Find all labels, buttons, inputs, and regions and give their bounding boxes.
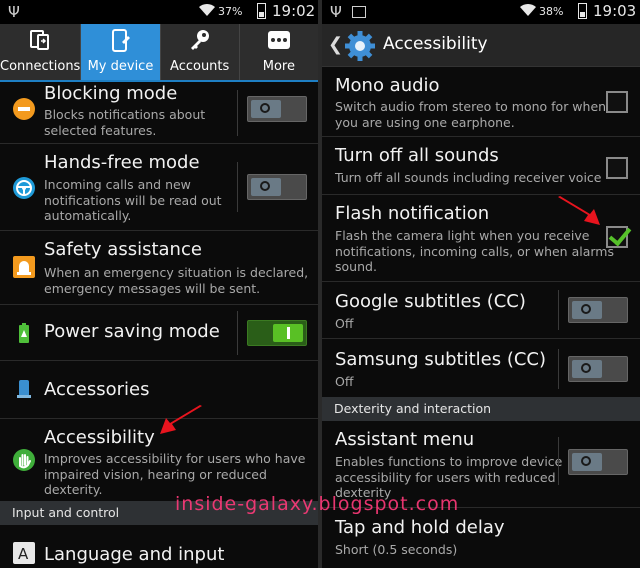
- accessories-icon: [13, 378, 35, 400]
- list-item-tap-and-hold-delay[interactable]: Tap and hold delay Short (0.5 seconds): [322, 508, 640, 568]
- item-title: Accessibility: [44, 427, 155, 448]
- battery-icon: [257, 3, 266, 19]
- right-screen: Ψ 38% 19:03 ❮ Accessibility Mono audio S…: [322, 0, 640, 568]
- key-icon: [161, 28, 239, 58]
- samsung-subtitles-toggle[interactable]: [568, 356, 628, 382]
- settings-tabs: Connections My device Accounts More: [0, 24, 318, 82]
- wifi-icon: [519, 2, 537, 22]
- status-bar: Ψ 38% 19:03: [322, 0, 640, 24]
- more-dots-icon: [240, 28, 318, 58]
- list-item-language-and-input[interactable]: A Language and input: [0, 525, 318, 568]
- hands-free-mode-toggle[interactable]: [247, 174, 307, 200]
- item-title: Safety assistance: [44, 239, 202, 260]
- list-item-power-saving-mode[interactable]: Power saving mode: [0, 305, 318, 361]
- left-screen: Ψ 37% 19:02 Connections My device Accoun…: [0, 0, 318, 568]
- item-title: Tap and hold delay: [335, 517, 505, 538]
- image-notification-icon: [352, 6, 366, 18]
- red-arrow-icon: [160, 405, 202, 434]
- alert-light-icon: [13, 256, 35, 278]
- svg-text:A: A: [18, 545, 29, 563]
- turn-off-all-sounds-checkbox[interactable]: [606, 157, 628, 179]
- usb-icon: Ψ: [330, 3, 342, 21]
- item-title: Turn off all sounds: [335, 145, 499, 166]
- watermark-text: inside-galaxy.blogspot.com: [175, 493, 460, 515]
- steering-wheel-icon: [13, 177, 35, 199]
- item-subtitle: Incoming calls and new notifications wil…: [44, 177, 222, 223]
- status-bar: Ψ 37% 19:02: [0, 0, 318, 24]
- item-title: Samsung subtitles (CC): [335, 349, 547, 370]
- list-item-hands-free-mode[interactable]: Hands-free mode Incoming calls and new n…: [0, 144, 318, 231]
- item-subtitle: Blocks notifications about selected feat…: [44, 107, 206, 138]
- item-subtitle: Switch audio from stereo to mono for whe…: [335, 99, 607, 130]
- battery-icon: [578, 3, 587, 19]
- blocking-mode-toggle[interactable]: [247, 96, 307, 122]
- item-title: Assistant menu: [335, 429, 475, 450]
- tab-accounts[interactable]: Accounts: [161, 24, 240, 80]
- connections-icon: [0, 28, 80, 58]
- hand-icon: [13, 449, 35, 471]
- gear-icon[interactable]: [344, 30, 376, 62]
- tab-connections[interactable]: Connections: [0, 24, 82, 80]
- clock: 19:02: [272, 2, 316, 20]
- tab-more[interactable]: More: [240, 24, 318, 80]
- list-item-turn-off-all-sounds[interactable]: Turn off all sounds Turn off all sounds …: [322, 137, 640, 195]
- item-subtitle: Off: [335, 374, 354, 389]
- mono-audio-checkbox[interactable]: [606, 91, 628, 113]
- assistant-menu-toggle[interactable]: [568, 449, 628, 475]
- power-saving-mode-toggle[interactable]: [247, 320, 307, 346]
- page-title: Accessibility: [383, 34, 488, 54]
- battery-percent: 38%: [539, 5, 564, 18]
- action-bar: ❮ Accessibility: [322, 24, 640, 67]
- item-title: Google subtitles (CC): [335, 291, 526, 312]
- red-arrow-icon: [558, 196, 600, 225]
- item-subtitle: Turn off all sounds including receiver v…: [335, 170, 602, 185]
- google-subtitles-toggle[interactable]: [568, 297, 628, 323]
- wifi-icon: [198, 2, 216, 22]
- my-device-icon: [81, 28, 159, 58]
- blocking-mode-icon: [13, 98, 35, 120]
- item-title: Hands-free mode: [44, 152, 200, 173]
- list-item-google-subtitles[interactable]: Google subtitles (CC) Off: [322, 282, 640, 339]
- item-title: Language and input: [44, 544, 225, 565]
- list-item-flash-notification[interactable]: Flash notification Flash the camera ligh…: [322, 195, 640, 282]
- item-subtitle: Off: [335, 316, 354, 331]
- item-subtitle: Improves accessibility for users who hav…: [44, 451, 306, 497]
- item-title: Accessories: [44, 379, 150, 400]
- section-header-dexterity: Dexterity and interaction: [322, 397, 640, 421]
- item-subtitle: When an emergency situation is declared,…: [44, 265, 309, 296]
- item-subtitle: Flash the camera light when you receive …: [335, 228, 614, 274]
- flash-notification-checkbox[interactable]: [606, 226, 628, 248]
- item-title: Blocking mode: [44, 83, 178, 104]
- language-icon: A: [13, 542, 35, 564]
- tab-my-device[interactable]: My device: [81, 24, 161, 80]
- list-item-mono-audio[interactable]: Mono audio Switch audio from stereo to m…: [322, 67, 640, 137]
- usb-icon: Ψ: [8, 3, 20, 21]
- item-title: Mono audio: [335, 75, 440, 96]
- battery-leaf-icon: [13, 322, 35, 344]
- item-title: Power saving mode: [44, 321, 220, 342]
- list-item-safety-assistance[interactable]: Safety assistance When an emergency situ…: [0, 231, 318, 305]
- battery-percent: 37%: [218, 5, 243, 18]
- item-title: Flash notification: [335, 203, 490, 224]
- list-item-samsung-subtitles[interactable]: Samsung subtitles (CC) Off: [322, 339, 640, 399]
- back-chevron-icon[interactable]: ❮: [328, 34, 343, 55]
- item-subtitle: Short (0.5 seconds): [335, 542, 458, 557]
- clock: 19:03: [593, 2, 637, 20]
- list-item-blocking-mode[interactable]: Blocking mode Blocks notifications about…: [0, 82, 318, 144]
